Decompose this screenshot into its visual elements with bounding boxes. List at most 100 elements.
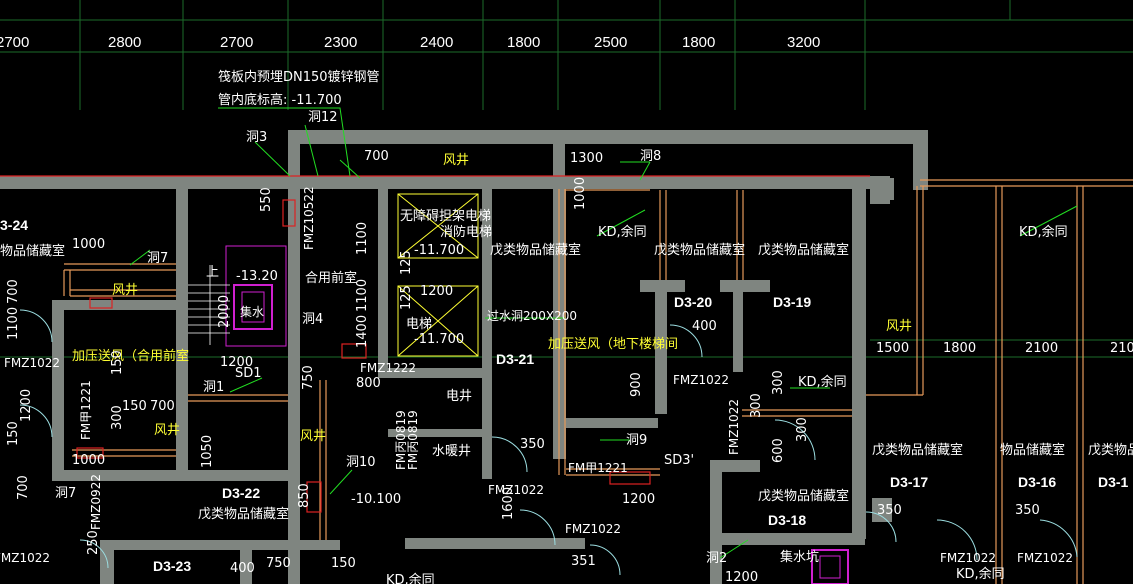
door-fm0819b: FM丙0819 [394, 410, 408, 470]
dim-125b: 125 [399, 285, 414, 310]
kd-tag-3: KD,余同 [798, 374, 847, 390]
pipe-note-2: 管内底标高: -11.700 [218, 92, 342, 108]
dim-250: 250 [86, 530, 101, 555]
sd3-tag: SD3' [664, 453, 694, 468]
dim-300: 300 [771, 370, 786, 395]
room-d3-17-label: 戊类物品储藏室 [872, 442, 963, 458]
door-fmz1222: FMZ1222 [360, 361, 416, 375]
door-fm1221b: FM甲1221 [568, 461, 628, 475]
opening-9: 洞9 [626, 433, 647, 448]
room-d3-1x: D3-1 [1098, 474, 1129, 490]
kd-tag-2: KD,余同 [1019, 224, 1068, 240]
dim-550: 550 [259, 187, 274, 212]
dim-800: 800 [356, 376, 381, 391]
dim-top-9: 3200 [787, 34, 820, 51]
top-dimensions: 2700 2800 2700 2300 2400 1800 2500 1800 … [0, 34, 820, 51]
door-fmz1022v: FMZ1022 [727, 399, 741, 455]
room-3-24: 3-24 [0, 217, 28, 233]
shaft-cut: 集水 [240, 304, 264, 319]
dim-1500: 1500 [876, 341, 909, 356]
pressurized-stair: 加压送风（地下楼梯间 [548, 337, 678, 352]
dim-1300: 1300 [570, 151, 603, 166]
dim-150c: 150 [6, 421, 21, 446]
dim-350c: 350 [1015, 503, 1040, 518]
dim-400b: 400 [230, 561, 255, 576]
dim-1000b: 1000 [72, 453, 105, 468]
dim-300b: 300 [749, 393, 764, 418]
door-fmz1022-e: FMZ1022 [1017, 551, 1073, 565]
dim-700c: 700 [6, 279, 21, 304]
kd-tag-4: KD,余同 [956, 566, 1005, 582]
opening-3: 洞3 [246, 130, 267, 145]
dim-7505: 750 [301, 365, 316, 390]
door-fmz10522: FMZ10522 [302, 186, 316, 250]
dim-top-4: 2300 [324, 34, 357, 51]
room-d3-17: D3-17 [890, 474, 928, 490]
dim-1000: 1000 [72, 237, 105, 252]
opening-4: 洞4 [302, 312, 323, 327]
elec-shaft: 电井 [446, 389, 472, 404]
wind-shaft-right: 风井 [886, 319, 912, 334]
dim-top-2: 2800 [108, 34, 141, 51]
room-d3-20: D3-20 [674, 294, 712, 310]
room-d3-21: D3-21 [496, 351, 534, 367]
dim-700d: 700 [16, 475, 31, 500]
opening-7b: 洞7 [55, 486, 76, 501]
room-d3-16-label: 物品储藏室 [1000, 442, 1065, 458]
room-3-24-label: 物品储藏室 [0, 243, 65, 259]
dim-150b: 150 [331, 556, 356, 571]
dim-1400: 1400 [355, 315, 370, 348]
room-d3-22-label: 戊类物品储藏室 [198, 506, 289, 522]
dim-350: 350 [520, 437, 545, 452]
fire-elevator-label-2: 消防电梯 [440, 224, 492, 240]
dim-125: 125 [399, 250, 414, 275]
pressurized-shared: 加压送风（合用前室 [72, 348, 189, 364]
marker-squares [872, 178, 894, 200]
dim-1000c: 1000 [573, 177, 588, 210]
dim-900: 900 [629, 372, 644, 397]
level-10100: -10.100 [351, 492, 401, 507]
drawing-area: 2700 2800 2700 2300 2400 1800 2500 1800 … [0, 0, 1133, 584]
dim-300c: 300 [795, 417, 810, 442]
room-d3-18-label: 戊类物品储藏室 [758, 488, 849, 504]
door-fmz1221: FM甲1221 [79, 380, 93, 440]
door-fmz1022-a: FMZ1022 [673, 373, 729, 387]
door-fmz1022-d: FMZ1022 [940, 551, 996, 565]
room-d3-1x-label: 戊类物品储 [1088, 443, 1133, 458]
wind-shaft-mid: 风井 [300, 429, 326, 444]
dim-1200c: 1200 [622, 492, 655, 507]
wind-shaft-left: 风井 [112, 283, 138, 298]
dim-351: 351 [571, 554, 596, 569]
dim-300d: 300 [110, 405, 125, 430]
dim-top-3: 2700 [220, 34, 253, 51]
dim-top-8: 1800 [682, 34, 715, 51]
fire-elevator-level: -11.700 [414, 243, 464, 258]
dim-850: 850 [297, 483, 312, 508]
opening-7: 洞7 [147, 251, 168, 266]
dim-150d: 150 [110, 350, 125, 375]
fire-elevator-label: 无障碍担架电梯 [400, 209, 491, 224]
stair-level: -13.20 [236, 269, 278, 284]
dim-1200e: 1200 [19, 389, 34, 422]
room-storage-3: 戊类物品储藏室 [758, 242, 849, 258]
dim-2000: 2000 [217, 295, 232, 328]
opening-1: 洞1 [203, 380, 224, 395]
dim-750: 750 [266, 556, 291, 571]
pipe-note-1: 筏板内预埋DN150镀锌钢管 [218, 69, 380, 85]
room-storage-1: 戊类物品储藏室 [490, 242, 581, 258]
room-d3-19: D3-19 [773, 294, 811, 310]
door-fmz1022-f: FMZ1022 [0, 551, 50, 565]
door-fmz1022-c: FMZ1022 [565, 522, 621, 536]
water-shaft: 水暖井 [432, 444, 471, 459]
dim-1100c: 1100 [6, 307, 21, 340]
room-storage-2: 戊类物品储藏室 [654, 242, 745, 258]
dim-1200d: 1200 [725, 570, 758, 584]
dim-350b: 350 [877, 503, 902, 518]
kd-tag-bottom: KD,余同 [386, 572, 435, 584]
room-d3-22: D3-22 [222, 485, 260, 501]
dim-700b: 700 [150, 399, 175, 414]
dim-1100: 1100 [355, 222, 370, 255]
door-fmz1022-b: FMZ1022 [488, 483, 544, 497]
dim-2100: 2100 [1025, 341, 1058, 356]
wind-shaft-left2: 风井 [154, 423, 180, 438]
